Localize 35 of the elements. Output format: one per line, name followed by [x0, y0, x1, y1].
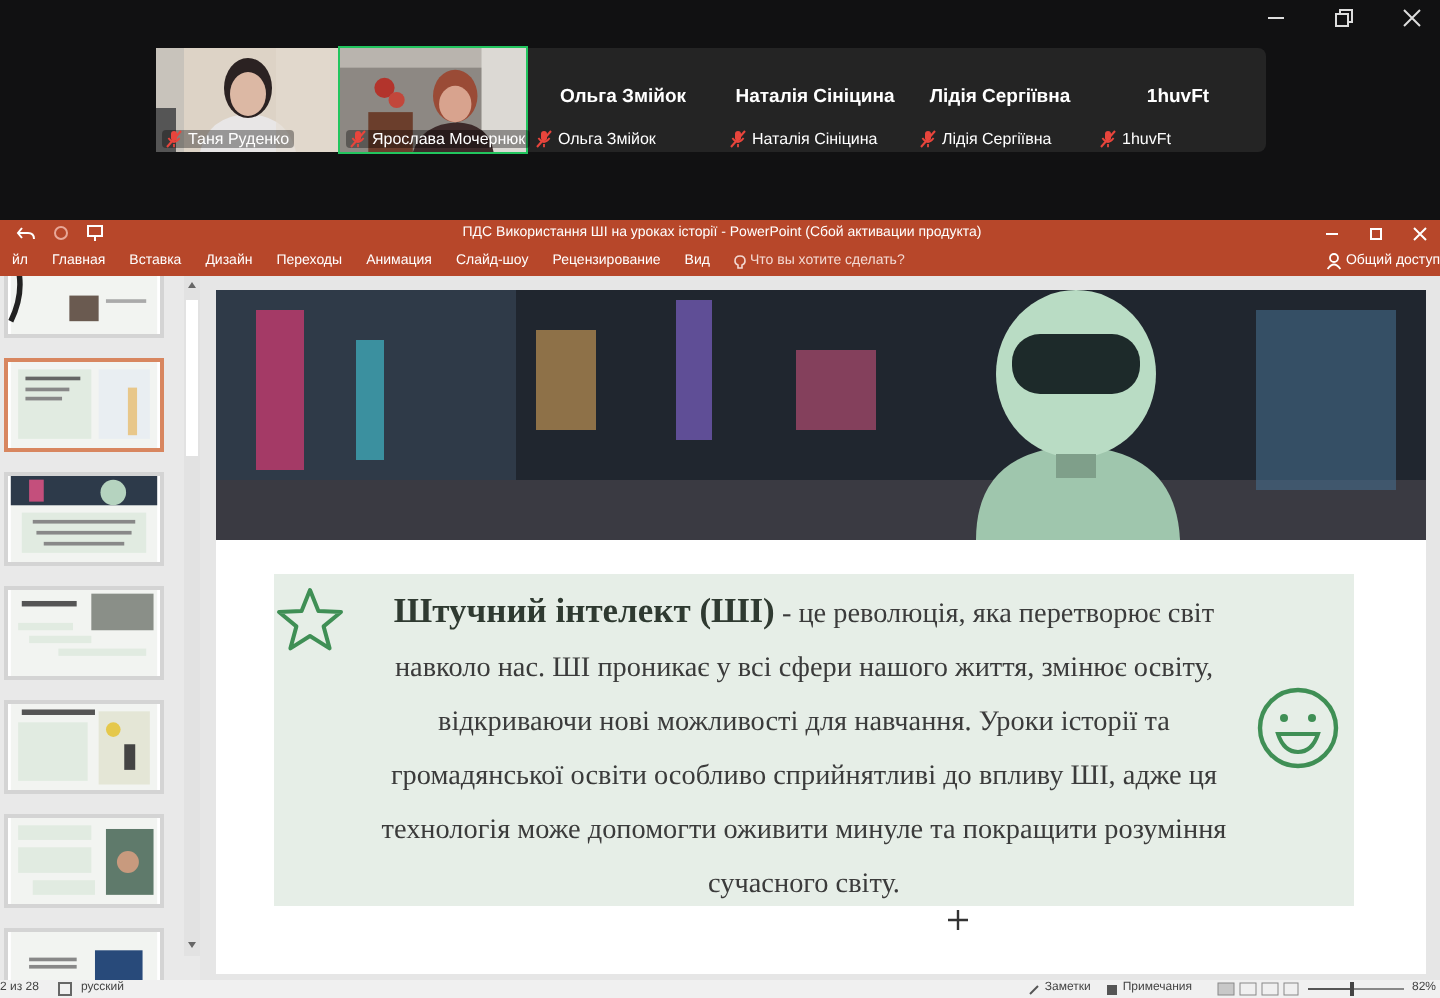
participant-name: Таня Руденко [188, 130, 290, 148]
scrollbar-drawing[interactable] [184, 276, 200, 956]
participant-tile[interactable]: Ольга Змійок Ольга Змійок [526, 48, 720, 152]
maximize-icon[interactable] [1368, 225, 1384, 241]
slide-thumbnail[interactable] [4, 586, 164, 680]
participant-tile[interactable]: Ярослава Мочернюк [340, 48, 526, 152]
undo-icon[interactable] [16, 224, 36, 242]
participant-name: Ольга Змійок [558, 130, 656, 148]
smiley-icon [1256, 686, 1340, 770]
participant-name: Наталія Сініцина [752, 130, 878, 148]
restore-icon[interactable] [1332, 6, 1356, 30]
participant-display-name: 1huvFt [1146, 86, 1210, 108]
cursor-icon [948, 910, 968, 930]
slide-thumbnail[interactable] [4, 814, 164, 908]
person-icon [1325, 252, 1342, 270]
star-icon [276, 586, 344, 654]
participant-display-name: Лідія Сергіївна [929, 86, 1071, 108]
participant-tile[interactable]: Наталія Сініцина Наталія Сініцина [720, 48, 910, 152]
participant-display-name: Наталія Сініцина [735, 86, 895, 108]
participant-name: Лідія Сергіївна [942, 130, 1052, 148]
slideshow-icon[interactable] [86, 224, 104, 242]
close-icon[interactable] [1400, 6, 1424, 30]
slide-paragraph: Штучний інтелект (ШІ) - це революція, яка перетворює світ навколо нас. ШІ проникає у всі сфери нашого життя, змінює освіту, відкриваючи нові можливості для навчання. Уроки історії та громадянської освіти особливо сприйнятливі до впливу ШІ, адже ця технологія може допомогти оживити минуле та покращити розуміння сучасного світу. [379, 588, 1229, 904]
participant-name: Ярослава Мочернюк [372, 130, 526, 148]
lightbulb-icon [733, 253, 746, 269]
participant-tile[interactable]: 1huvFt 1huvFt [1090, 48, 1266, 152]
slide-thumbnail[interactable] [4, 472, 164, 566]
participant-tile[interactable]: Лідія Сергіївна Лідія Сергіївна [910, 48, 1090, 152]
slide-thumbnail[interactable] [4, 358, 164, 452]
participant-name: 1huvFt [1122, 130, 1171, 148]
slide-thumbnail[interactable] [4, 700, 164, 794]
participant-tile[interactable]: Таня Руденко [156, 48, 340, 152]
participant-display-name: Ольга Змійок [559, 86, 687, 108]
comment-icon [1106, 983, 1119, 995]
pencil-icon [1028, 983, 1041, 995]
